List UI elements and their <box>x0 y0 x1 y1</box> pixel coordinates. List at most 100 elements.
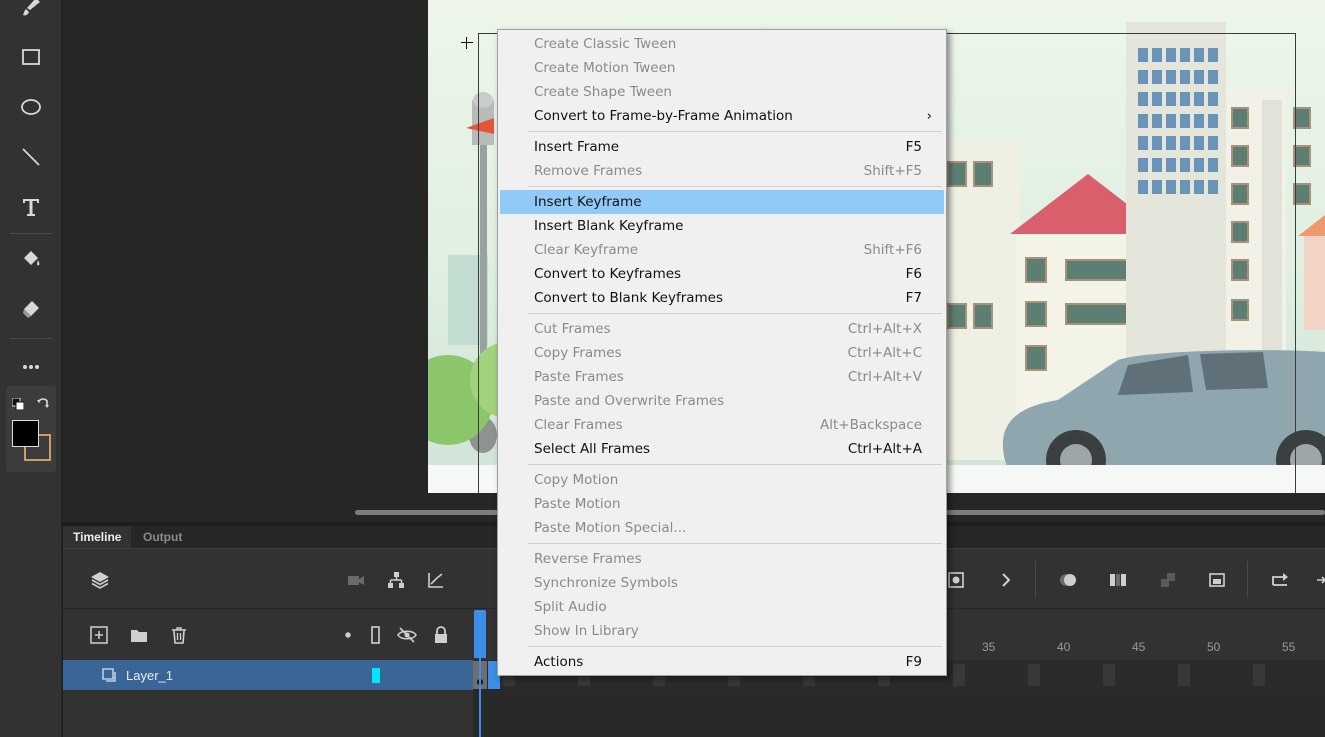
loop-button[interactable] <box>1267 567 1293 593</box>
menu-item-insert-blank-keyframe[interactable]: Insert Blank Keyframe <box>500 214 944 238</box>
outline-toggle[interactable] <box>363 623 387 647</box>
graph-button[interactable] <box>423 567 449 593</box>
layers-icon <box>91 572 109 589</box>
delete-layer-button[interactable] <box>167 623 191 647</box>
playhead[interactable] <box>474 610 486 658</box>
menu-item-label: Synchronize Symbols <box>534 575 678 591</box>
frame-context-menu: Create Classic Tween Create Motion Tween C… <box>497 29 947 676</box>
menu-item-paste-frames[interactable]: Paste Frames Ctrl+Alt+V <box>500 365 944 389</box>
menu-item-label: Reverse Frames <box>534 551 642 567</box>
onion-skin-icon <box>1060 574 1076 586</box>
hierarchy-icon <box>388 572 404 588</box>
menu-item-label: Insert Frame <box>534 139 620 155</box>
tween-box-icon <box>1209 573 1225 587</box>
paste-motion-button[interactable] <box>1155 567 1181 593</box>
menu-separator <box>528 313 942 314</box>
next-keyframe-button[interactable] <box>993 567 1019 593</box>
eraser-tool[interactable] <box>12 290 50 328</box>
expand-icon <box>1317 576 1325 584</box>
paint-bucket-tool[interactable] <box>12 240 50 278</box>
playhead-line <box>479 658 481 737</box>
new-folder-button[interactable] <box>127 623 151 647</box>
rectangle-tool[interactable] <box>12 38 50 76</box>
create-tween-button[interactable] <box>1204 567 1230 593</box>
highlight-layers-toggle[interactable] <box>339 623 357 647</box>
menu-item-label: Copy Motion <box>534 472 619 488</box>
menu-item-insert-keyframe[interactable]: Insert Keyframe <box>500 190 944 214</box>
menu-item-label: Convert to Keyframes <box>534 266 682 282</box>
tools-panel <box>0 0 62 737</box>
menu-item-convert-to-keyframes[interactable]: Convert to Keyframes F6 <box>500 262 944 286</box>
more-tools-button[interactable] <box>12 348 50 386</box>
menu-item-label: Copy Frames <box>534 345 622 361</box>
layer-name[interactable]: Layer_1 <box>126 668 173 683</box>
lock-toggle[interactable] <box>429 623 453 647</box>
menu-separator <box>528 186 942 187</box>
default-colors-icon[interactable] <box>12 398 24 410</box>
graph-icon <box>428 573 443 588</box>
menu-item-clear-keyframe[interactable]: Clear Keyframe Shift+F6 <box>500 238 944 262</box>
menu-item-convert-to-frame-by-frame-animation[interactable]: Convert to Frame-by-Frame Animation › <box>500 104 944 128</box>
menu-item-shortcut: Ctrl+Alt+A <box>847 441 922 457</box>
frames-empty-area <box>473 690 1325 737</box>
ruler-label: 50 <box>1207 640 1221 654</box>
menu-item-clear-frames[interactable]: Clear Frames Alt+Backspace <box>500 413 944 437</box>
menu-item-split-audio[interactable]: Split Audio <box>500 595 944 619</box>
camera-icon <box>348 576 364 585</box>
menu-item-insert-frame[interactable]: Insert Frame F5 <box>500 135 944 159</box>
layer-parenting-button[interactable] <box>383 567 409 593</box>
menu-item-label: Paste and Overwrite Frames <box>534 393 725 409</box>
tab-timeline[interactable]: Timeline <box>63 526 132 548</box>
menu-item-actions[interactable]: Actions F9 <box>500 650 944 674</box>
layer-color-chip[interactable] <box>372 668 380 683</box>
line-tool[interactable] <box>12 138 50 176</box>
edit-multiple-frames-button[interactable] <box>1105 567 1131 593</box>
toolbar-divider <box>1247 561 1248 597</box>
menu-item-copy-frames[interactable]: Copy Frames Ctrl+Alt+C <box>500 341 944 365</box>
menu-item-paste-motion[interactable]: Paste Motion <box>500 492 944 516</box>
oval-tool[interactable] <box>12 88 50 126</box>
menu-item-create-classic-tween[interactable]: Create Classic Tween <box>500 32 944 56</box>
menu-item-paste-and-overwrite-frames[interactable]: Paste and Overwrite Frames <box>500 389 944 413</box>
menu-item-label: Clear Keyframe <box>534 242 639 258</box>
layers-toggle-button[interactable] <box>87 567 113 593</box>
stroke-color-swatch[interactable] <box>12 420 39 447</box>
menu-item-select-all-frames[interactable]: Select All Frames Ctrl+Alt+A <box>500 437 944 461</box>
text-icon <box>23 199 39 216</box>
menu-item-synchronize-symbols[interactable]: Synchronize Symbols <box>500 571 944 595</box>
menu-item-shortcut: F9 <box>905 654 922 670</box>
menu-item-label: Remove Frames <box>534 163 643 179</box>
menu-item-label: Select All Frames <box>534 441 651 457</box>
menu-item-label: Paste Motion Special... <box>534 520 687 536</box>
menu-item-convert-to-blank-keyframes[interactable]: Convert to Blank Keyframes F7 <box>500 286 944 310</box>
menu-item-copy-motion[interactable]: Copy Motion <box>500 468 944 492</box>
menu-item-create-motion-tween[interactable]: Create Motion Tween <box>500 56 944 80</box>
menu-item-label: Actions <box>534 654 584 670</box>
panel-menu-button[interactable] <box>1313 567 1325 593</box>
menu-item-cut-frames[interactable]: Cut Frames Ctrl+Alt+X <box>500 317 944 341</box>
visibility-toggle[interactable] <box>395 623 419 647</box>
menu-item-shortcut: F6 <box>905 266 922 282</box>
menu-item-show-in-library[interactable]: Show In Library <box>500 619 944 643</box>
menu-item-label: Create Shape Tween <box>534 84 672 100</box>
oval-icon <box>21 99 41 115</box>
add-layer-icon <box>90 626 108 644</box>
folder-icon <box>131 630 147 642</box>
camera-button[interactable] <box>343 567 369 593</box>
menu-item-shortcut: Ctrl+Alt+V <box>847 369 922 385</box>
brush-tool[interactable] <box>12 0 50 26</box>
menu-item-remove-frames[interactable]: Remove Frames Shift+F5 <box>500 159 944 183</box>
layer-row[interactable]: Layer_1 <box>63 660 473 690</box>
brush-icon <box>23 0 40 16</box>
menu-item-reverse-frames[interactable]: Reverse Frames <box>500 547 944 571</box>
menu-item-label: Create Motion Tween <box>534 60 676 76</box>
new-layer-button[interactable] <box>87 623 111 647</box>
swap-colors-icon[interactable] <box>36 396 50 410</box>
layer-list-empty-area <box>63 690 473 737</box>
menu-item-create-shape-tween[interactable]: Create Shape Tween <box>500 80 944 104</box>
onion-skin-button[interactable] <box>1055 567 1081 593</box>
ruler-label: 55 <box>1282 640 1296 654</box>
tab-output[interactable]: Output <box>133 526 192 548</box>
menu-item-paste-motion-special[interactable]: Paste Motion Special... <box>500 516 944 540</box>
text-tool[interactable] <box>12 188 50 226</box>
